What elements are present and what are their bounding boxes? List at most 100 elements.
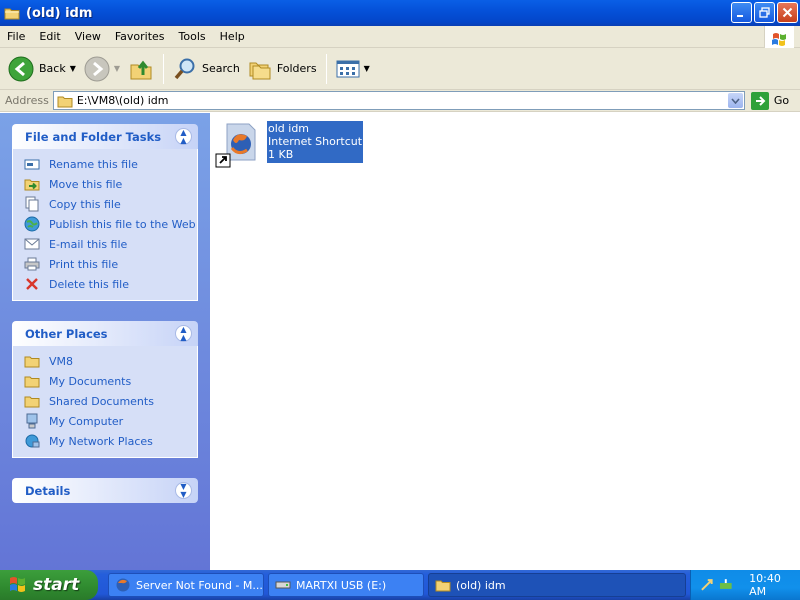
- up-folder-button[interactable]: [124, 51, 158, 87]
- folder-icon: [57, 96, 73, 107]
- collapse-icon[interactable]: ▲ ▲: [175, 128, 192, 145]
- place-my-computer[interactable]: My Computer: [23, 411, 197, 431]
- publish-icon: [23, 216, 41, 232]
- chevron-down-icon[interactable]: ▼: [364, 64, 370, 73]
- place-my-network-places[interactable]: My Network Places: [23, 431, 197, 451]
- menu-edit[interactable]: Edit: [32, 30, 67, 43]
- menu-file[interactable]: File: [0, 30, 32, 43]
- restore-button[interactable]: [754, 2, 775, 23]
- other-places-panel: Other Places ▲ ▲ VM8 My Documents Shared…: [12, 321, 198, 458]
- file-list-area[interactable]: old idm Internet Shortcut 1 KB: [210, 113, 800, 570]
- file-tasks-header[interactable]: File and Folder Tasks ▲ ▲: [12, 124, 198, 149]
- views-icon: [336, 60, 360, 77]
- file-tasks-panel: File and Folder Tasks ▲ ▲ Rename this fil…: [12, 124, 198, 301]
- folder-up-icon: [130, 60, 152, 79]
- chevron-down-icon[interactable]: ▼: [70, 64, 76, 73]
- details-panel: Details ▼ ▼: [12, 478, 198, 503]
- close-button[interactable]: [777, 2, 798, 23]
- computer-icon: [23, 413, 41, 429]
- taskbar-item-usb-drive[interactable]: MARTXI USB (E:): [268, 573, 424, 597]
- selected-file-label[interactable]: old idm Internet Shortcut 1 KB: [267, 121, 364, 163]
- rename-icon: [23, 156, 41, 172]
- safely-remove-hardware-icon[interactable]: [718, 577, 734, 593]
- folders-button[interactable]: Folders: [244, 51, 321, 87]
- folder-icon: [23, 373, 41, 389]
- taskbar-item-old-idm[interactable]: (old) idm: [428, 573, 686, 597]
- folders-icon: [249, 62, 271, 79]
- folder-icon: [23, 393, 41, 409]
- folder-icon: [435, 577, 451, 593]
- file-tasks-list: Rename this file Move this file Copy thi…: [12, 149, 198, 301]
- task-email-file[interactable]: E-mail this file: [23, 234, 197, 254]
- expand-icon[interactable]: ▼ ▼: [175, 482, 192, 499]
- back-arrow-icon: [8, 56, 34, 81]
- back-button[interactable]: Back ▼: [4, 51, 80, 87]
- window-title: (old) idm: [26, 5, 93, 21]
- windows-flag-icon: [772, 33, 786, 46]
- toolbar-separator: [163, 53, 165, 84]
- back-label: Back: [39, 62, 66, 75]
- menu-favorites[interactable]: Favorites: [108, 30, 172, 43]
- address-dropdown-button[interactable]: [727, 93, 743, 108]
- views-button[interactable]: ▼: [332, 51, 374, 87]
- go-button[interactable]: Go: [750, 91, 790, 110]
- address-label: Address: [5, 94, 49, 107]
- details-header[interactable]: Details ▼ ▼: [12, 478, 198, 503]
- windows-logo: [764, 26, 794, 48]
- taskbar-item-browser[interactable]: Server Not Found - M...: [108, 573, 264, 597]
- task-pane: File and Folder Tasks ▲ ▲ Rename this fil…: [0, 113, 210, 570]
- title-bar[interactable]: (old) idm: [0, 0, 800, 26]
- start-label: start: [33, 575, 80, 595]
- print-icon: [23, 256, 41, 272]
- go-label: Go: [773, 94, 790, 107]
- email-icon: [23, 236, 41, 252]
- chevron-down-icon[interactable]: ▼: [114, 64, 120, 73]
- delete-icon: [23, 276, 41, 292]
- move-icon: [23, 176, 41, 192]
- other-places-header[interactable]: Other Places ▲ ▲: [12, 321, 198, 346]
- file-size: 1 KB: [268, 148, 294, 161]
- task-print-file[interactable]: Print this file: [23, 254, 197, 274]
- internet-shortcut-icon[interactable]: [215, 120, 259, 168]
- search-icon: [174, 58, 195, 79]
- copy-icon: [23, 196, 41, 212]
- task-publish-file[interactable]: Publish this file to the Web: [23, 214, 197, 234]
- folder-icon: [4, 8, 20, 20]
- search-button[interactable]: Search: [169, 51, 244, 87]
- restore-icon: [759, 7, 770, 18]
- other-places-list: VM8 My Documents Shared Documents My Com…: [12, 346, 198, 458]
- tray-icon[interactable]: [699, 577, 715, 593]
- toolbar-separator: [325, 53, 327, 84]
- clock: 10:40 AM: [749, 572, 781, 598]
- file-name: old idm: [268, 122, 310, 135]
- menu-help[interactable]: Help: [213, 30, 252, 43]
- close-icon: [782, 7, 793, 18]
- collapse-icon[interactable]: ▲ ▲: [175, 325, 192, 342]
- menu-bar: File Edit View Favorites Tools Help: [0, 26, 800, 48]
- windows-flag-icon: [10, 577, 25, 592]
- address-input[interactable]: E:\VM8\(old) idm: [52, 91, 745, 110]
- forward-button[interactable]: ▼: [80, 51, 124, 87]
- taskbar: start Server Not Found - M... MARTXI USB…: [0, 570, 800, 600]
- address-value: E:\VM8\(old) idm: [76, 94, 169, 107]
- folders-label: Folders: [276, 62, 317, 75]
- address-bar: Address E:\VM8\(old) idm Go: [0, 90, 800, 112]
- place-shared-documents[interactable]: Shared Documents: [23, 391, 197, 411]
- place-vm8[interactable]: VM8: [23, 351, 197, 371]
- browser-icon: [115, 577, 131, 593]
- task-copy-file[interactable]: Copy this file: [23, 194, 197, 214]
- task-delete-file[interactable]: Delete this file: [23, 274, 197, 294]
- task-rename-file[interactable]: Rename this file: [23, 154, 197, 174]
- start-button[interactable]: start: [0, 570, 98, 600]
- minimize-icon: [737, 15, 743, 17]
- other-places-title: Other Places: [25, 326, 108, 341]
- minimize-button[interactable]: [731, 2, 752, 23]
- place-my-documents[interactable]: My Documents: [23, 371, 197, 391]
- chevron-down-icon: [731, 97, 740, 104]
- task-move-file[interactable]: Move this file: [23, 174, 197, 194]
- menu-view[interactable]: View: [68, 30, 108, 43]
- network-icon: [23, 433, 41, 449]
- folder-icon: [23, 353, 41, 369]
- menu-tools[interactable]: Tools: [172, 30, 213, 43]
- drive-icon: [275, 577, 291, 593]
